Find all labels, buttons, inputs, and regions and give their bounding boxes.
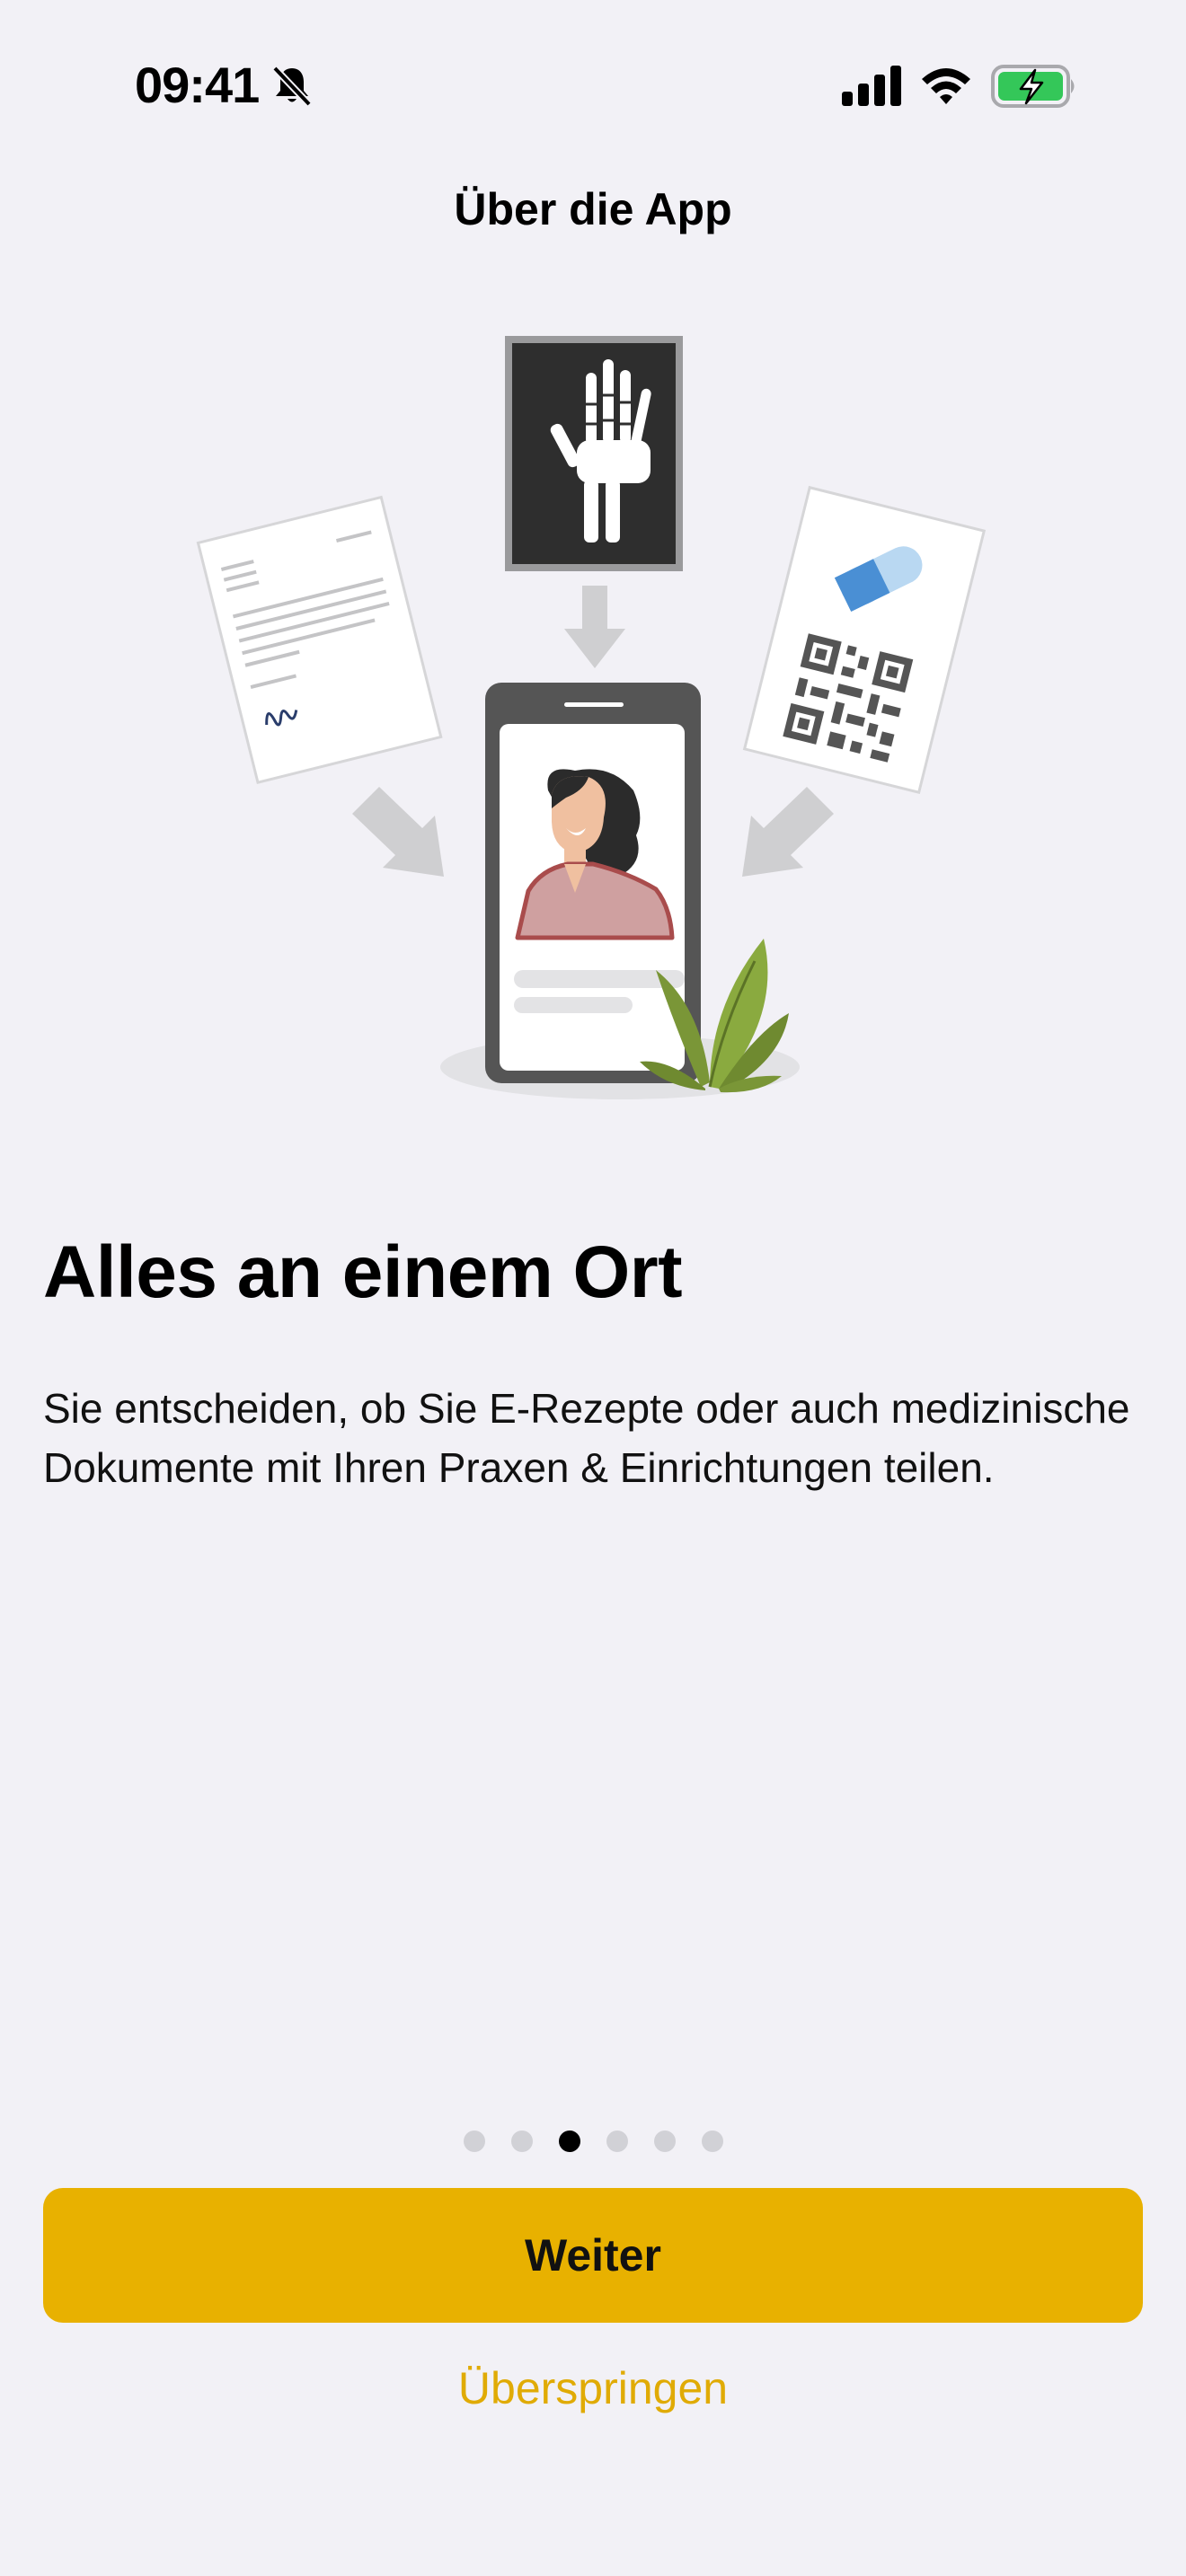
- status-time: 09:41: [135, 57, 260, 113]
- page-dot[interactable]: [510, 2130, 533, 2152]
- letter-document: [196, 495, 443, 785]
- onboarding-description: Sie entscheiden, ob Sie E-Rezepte oder a…: [43, 1385, 1130, 1491]
- onboarding-headline: Alles an einem Ort: [43, 1231, 683, 1313]
- wifi-icon: [922, 68, 970, 104]
- page-dot[interactable]: [701, 2130, 723, 2152]
- bell-slash-icon: [272, 66, 312, 107]
- nav-title: Über die App: [454, 184, 732, 234]
- page-indicator[interactable]: [0, 2130, 1186, 2156]
- skip-button[interactable]: Überspringen: [0, 2362, 1186, 2414]
- status-bar: 09:41: [0, 0, 1186, 171]
- page-dot-active[interactable]: [558, 2130, 580, 2152]
- battery-charging-icon: [991, 65, 1075, 108]
- page-dot[interactable]: [463, 2130, 485, 2152]
- page-dot[interactable]: [653, 2130, 676, 2152]
- page-dot[interactable]: [606, 2130, 628, 2152]
- xray-image: [505, 336, 683, 571]
- cellular-signal-icon: [842, 66, 901, 106]
- phone-device: [485, 683, 701, 1083]
- onboarding-illustration: [196, 336, 987, 1099]
- continue-button[interactable]: Weiter: [43, 2188, 1143, 2323]
- prescription-qr-document: [742, 485, 987, 795]
